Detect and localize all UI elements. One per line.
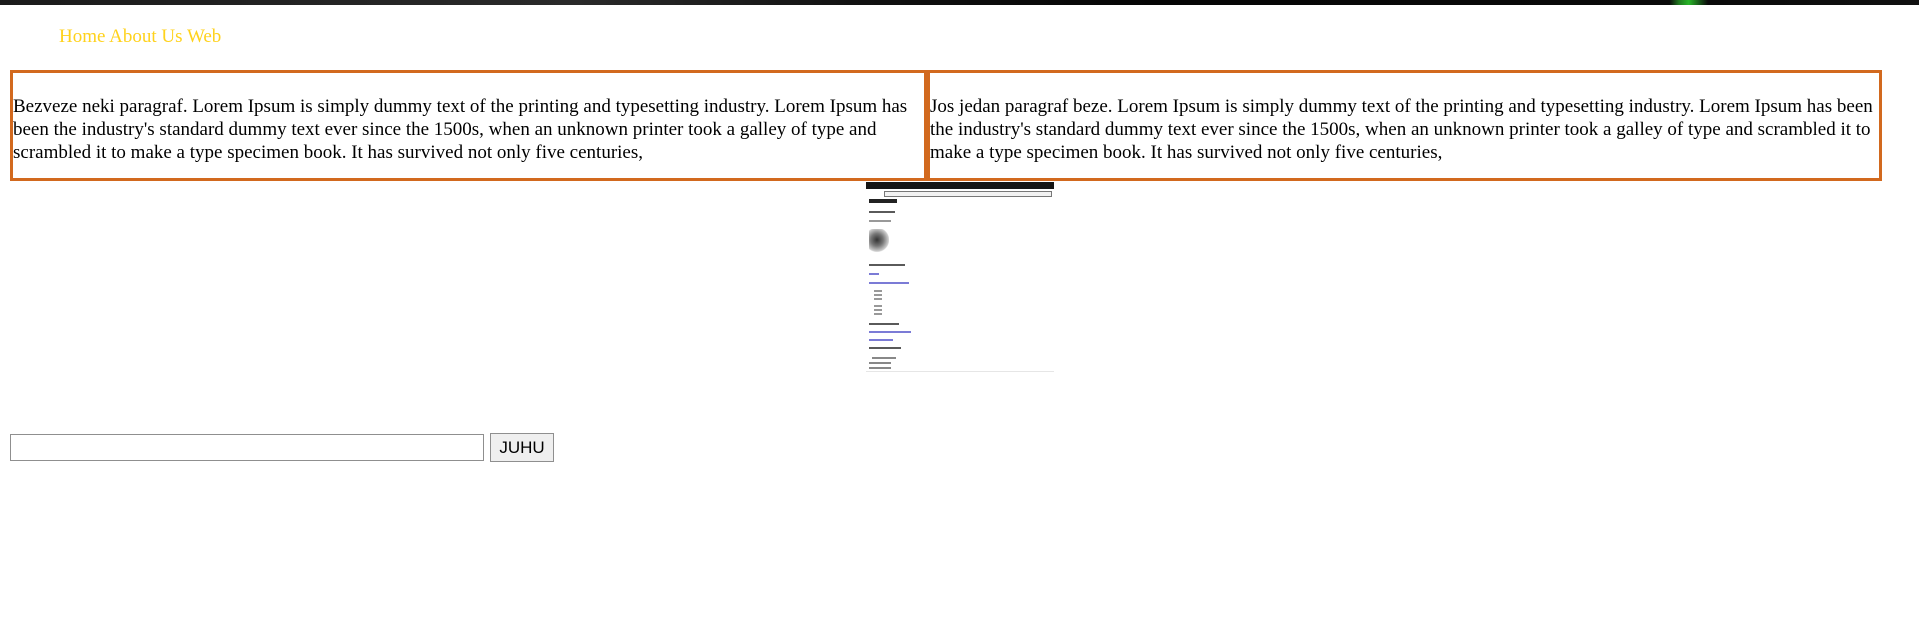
- page-screenshot-image: [866, 182, 1054, 372]
- thumbnail-list-line: [874, 305, 882, 307]
- thumbnail-list-line: [874, 298, 882, 300]
- thumbnail-text-line: [869, 264, 905, 266]
- nav-link-web[interactable]: Web: [187, 26, 221, 47]
- thumbnail-browser-bar: [866, 182, 1054, 189]
- thumbnail-list-line: [874, 309, 882, 311]
- thumbnail-link-line: [869, 331, 911, 333]
- nav-link-about-us[interactable]: About Us: [109, 26, 182, 47]
- thumbnail-text-line: [869, 220, 891, 222]
- thumbnail-list-line: [874, 313, 882, 315]
- thumbnail-text-line: [869, 347, 901, 349]
- thumbnail-list-line: [874, 290, 882, 292]
- thumbnail-list-line: [874, 294, 882, 296]
- top-dark-bar: [0, 0, 1919, 5]
- thumbnail-table-line: [872, 357, 896, 359]
- search-input[interactable]: [10, 434, 484, 461]
- paragraph-box-left: Bezveze neki paragraf. Lorem Ipsum is si…: [10, 70, 927, 181]
- thumbnail-link-line: [869, 282, 909, 284]
- thumbnail-link-line: [869, 273, 879, 275]
- main-nav: Home About Us Web: [59, 26, 221, 48]
- thumbnail-address-bar: [884, 191, 1052, 197]
- paragraph-left-text: Bezveze neki paragraf. Lorem Ipsum is si…: [13, 96, 908, 163]
- thumbnail-link-line: [869, 339, 893, 341]
- nav-link-home[interactable]: Home: [59, 26, 105, 47]
- thumbnail-table-line: [869, 367, 891, 369]
- paragraph-right-text: Jos jedan paragraf beze. Lorem Ipsum is …: [930, 96, 1873, 163]
- thumbnail-table-line: [869, 362, 891, 364]
- thumbnail-text-line: [869, 211, 895, 213]
- paragraph-box-right: Jos jedan paragraf beze. Lorem Ipsum is …: [927, 70, 1882, 181]
- thumbnail-text-line: [869, 323, 899, 325]
- thumbnail-heading: [869, 199, 897, 203]
- juhu-button[interactable]: JUHU: [490, 433, 554, 462]
- thumbnail-figure: [869, 229, 889, 253]
